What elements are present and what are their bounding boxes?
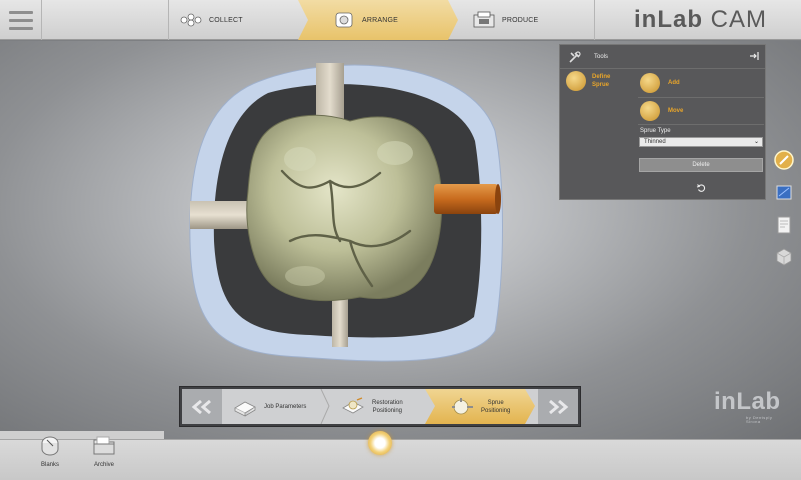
tools-title: Tools	[594, 53, 609, 60]
step-arrange[interactable]: ARRANGE	[298, 0, 458, 40]
sprue-tool-icon[interactable]	[774, 150, 794, 170]
delete-button[interactable]: Delete	[639, 158, 763, 172]
sprue-type-select[interactable]: Thinned ⌄	[639, 137, 763, 147]
tools-panel-header: Tools	[560, 45, 765, 69]
produce-icon	[473, 11, 495, 28]
add-sprue-icon	[640, 73, 660, 93]
pin-panel-icon[interactable]	[749, 51, 759, 61]
previous-step-button[interactable]	[182, 389, 222, 424]
move-sprue-button[interactable]: Move	[640, 101, 763, 121]
sprue-selected[interactable]	[434, 184, 498, 214]
screen-icon[interactable]	[774, 183, 794, 203]
define-sprue-label: Define Sprue	[592, 74, 611, 88]
hamburger-menu-button[interactable]	[0, 0, 42, 40]
step-produce-label: PRODUCE	[502, 16, 539, 24]
define-sprue-icon	[566, 71, 586, 91]
sprue-step-navigator: Job Parameters Restoration Positioning S…	[179, 386, 581, 427]
blanks-icon	[41, 436, 59, 456]
archive-icon	[93, 436, 115, 455]
next-step-button[interactable]	[538, 389, 578, 424]
step-job-parameters[interactable]: Job Parameters	[224, 389, 324, 424]
double-chevron-left-icon	[191, 399, 211, 414]
chevron-down-icon: ⌄	[753, 139, 759, 145]
step-collect[interactable]: COLLECT	[168, 0, 308, 40]
step-sprue-positioning[interactable]: Sprue Positioning	[425, 389, 535, 424]
define-sprue-tool[interactable]: Define Sprue	[566, 71, 622, 91]
block-icon[interactable]	[774, 247, 794, 267]
top-bar: COLLECT ARRANGE PRODUCE inLab CAM	[0, 0, 801, 40]
collect-icon	[180, 13, 202, 27]
tooth-restoration[interactable]	[246, 114, 443, 302]
step-collect-label: COLLECT	[209, 16, 243, 24]
restoration-positioning-icon	[342, 396, 364, 413]
sprue-positioning-icon	[452, 397, 473, 414]
document-icon[interactable]	[774, 215, 794, 235]
sprue-type-label: Sprue Type	[640, 128, 671, 134]
inlab-watermark: inLab by Dentsply Sirona	[714, 388, 781, 424]
step-produce[interactable]: PRODUCE	[468, 0, 596, 40]
add-sprue-button[interactable]: Add	[640, 73, 763, 93]
move-sprue-icon	[640, 101, 660, 121]
step-restoration-positioning[interactable]: Restoration Positioning	[322, 389, 427, 424]
job-parameters-icon	[234, 401, 256, 417]
tools-icon	[569, 50, 581, 63]
archive-button[interactable]: Archive	[84, 434, 124, 468]
arrange-icon	[335, 12, 353, 28]
app-brand: inLab CAM	[634, 6, 767, 33]
double-chevron-right-icon	[549, 399, 569, 414]
undo-icon[interactable]	[696, 183, 706, 193]
tools-panel: Tools Define Sprue Add Move Sprue Type T…	[559, 44, 766, 200]
blanks-button[interactable]: Blanks	[30, 434, 70, 468]
hamburger-icon	[8, 10, 33, 14]
rotate-view-icon[interactable]	[368, 431, 392, 455]
step-arrange-label: ARRANGE	[362, 16, 399, 24]
